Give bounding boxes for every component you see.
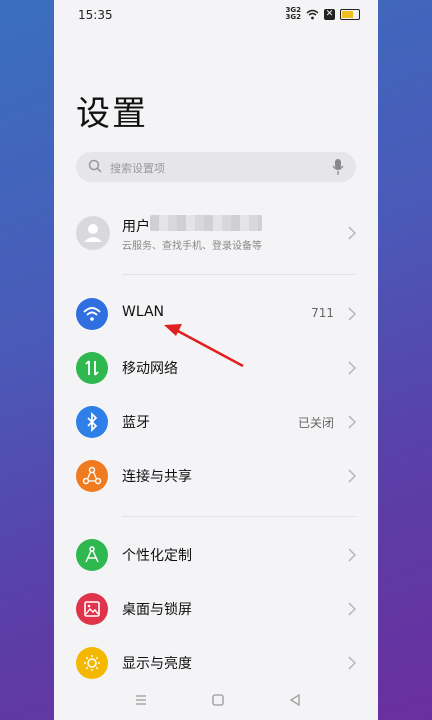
settings-item-display-brightness[interactable]: 显示与亮度 [54,636,378,690]
settings-item-mobile-network[interactable]: 移动网络 [54,341,378,395]
settings-screen: 15:35 3G2 3G2 ✕ 设置 搜索设置项 用户 云服务、查找手机、登录设… [54,0,378,720]
sun-icon [76,647,108,679]
wifi-icon [76,298,108,330]
page-title: 设置 [76,94,148,134]
chevron-right-icon [348,548,356,562]
chevron-right-icon [348,361,356,375]
chevron-right-icon [348,307,356,321]
settings-item-desktop-lockscreen[interactable]: 桌面与锁屏 [54,582,378,636]
notification-x-icon: ✕ [324,8,335,20]
settings-item-label: 显示与亮度 [122,656,192,672]
picture-icon [76,593,108,625]
settings-item-label: 蓝牙 [122,415,150,431]
search-icon [88,159,102,173]
settings-item-value: 已关闭 [297,416,334,430]
brush-icon [76,539,108,571]
microphone-icon[interactable] [332,158,344,176]
back-icon[interactable] [288,693,302,707]
account-subtitle: 云服务、查找手机、登录设备等 [122,241,262,252]
account-name-redacted [150,215,262,231]
settings-item-label: WLAN [122,304,165,320]
bluetooth-icon [76,406,108,438]
divider [122,516,356,517]
settings-item-wlan[interactable]: WLAN 711 [54,287,378,341]
person-icon [84,224,102,242]
settings-item-connection-sharing[interactable]: 连接与共享 [54,449,378,503]
wifi-status-icon [306,9,319,19]
share-icon [76,460,108,492]
chevron-right-icon [348,226,356,240]
settings-item-label: 连接与共享 [122,469,192,485]
settings-item-label: 个性化定制 [122,548,192,564]
chevron-right-icon [348,602,356,616]
settings-item-label: 移动网络 [122,361,178,377]
account-row[interactable]: 用户 云服务、查找手机、登录设备等 [54,206,378,262]
account-name: 用户 [122,219,150,235]
battery-icon [340,8,360,20]
mobile-data-icon [76,352,108,384]
settings-item-bluetooth[interactable]: 蓝牙 已关闭 [54,395,378,449]
status-bar: 15:35 3G2 3G2 ✕ [54,0,378,30]
chevron-right-icon [348,415,356,429]
settings-item-label: 桌面与锁屏 [122,602,192,618]
avatar [76,216,110,250]
menu-icon[interactable] [134,693,148,707]
settings-item-personalization[interactable]: 个性化定制 [54,528,378,582]
search-bar[interactable]: 搜索设置项 [76,152,356,182]
search-placeholder: 搜索设置项 [110,162,165,175]
navigation-bar [54,686,378,720]
divider [122,274,356,275]
chevron-right-icon [348,656,356,670]
settings-item-value: 711 [311,306,334,320]
signal-icon: 3G2 3G2 [285,6,302,21]
chevron-right-icon [348,469,356,483]
status-time: 15:35 [78,8,113,22]
home-icon[interactable] [211,693,225,707]
status-icons: 3G2 3G2 ✕ [285,6,360,21]
